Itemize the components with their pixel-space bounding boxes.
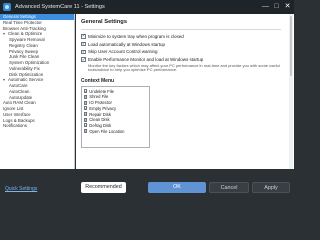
context-menu-label: Undelete File [89,88,114,94]
context-menu-label: Open File Location [89,128,125,134]
context-menu-checkbox[interactable] [83,94,88,100]
context-menu-checkbox[interactable] [83,128,88,134]
setting-checkbox[interactable] [81,41,86,47]
context-menu-checkbox[interactable] [83,100,88,106]
context-menu-checkbox[interactable] [83,117,88,123]
quick-settings-link[interactable]: Quick Settings [5,186,37,192]
context-menu-item[interactable]: Open File Location [83,128,148,134]
settings-panel: General Settings Minimize to system tray… [76,14,294,169]
performance-monitor-description: Monitor the key factors which may affect… [88,62,280,73]
app-logo-icon [3,3,11,11]
context-menu-label: IO Protector [89,100,112,106]
title-bar: Advanced SystemCare 11 - Settings — □ ✕ [0,0,294,14]
context-menu-label: Defrag Disk [89,122,112,128]
footer-bar: Quick Settings Recommended OK Cancel App… [0,181,294,200]
setting-checkbox[interactable] [81,33,86,39]
page-title: General Settings [81,19,128,25]
cancel-button[interactable]: Cancel [209,182,249,193]
panel-scrollbar[interactable] [289,14,293,169]
context-menu-checkbox[interactable] [83,89,88,94]
setting-option[interactable]: Load automatically at Windows startup [81,41,281,48]
setting-label: Skip User Account Control warning [88,49,158,55]
setting-option[interactable]: Skip User Account Control warning [81,49,281,56]
setting-label: Enable Performance Monitor and load at W… [88,57,204,63]
context-menu-heading: Context Menu [81,78,115,85]
context-menu-label: Shred File [89,94,109,100]
context-menu-checkbox[interactable] [83,106,88,111]
window-title: Advanced SystemCare 11 - Settings [15,4,105,10]
apply-button[interactable]: Apply [252,182,290,193]
context-menu-checkbox[interactable] [83,111,88,117]
scrollbar-thumb[interactable] [290,16,292,76]
sidebar-item[interactable]: Notifications [0,123,74,129]
minimize-icon[interactable]: — [261,2,270,11]
setting-option[interactable]: Enable Performance Monitor and load at W… [81,56,281,63]
heading-divider [81,29,281,30]
context-menu-label: Clean Disk [89,117,110,123]
context-menu-label: Empty Privacy [89,105,117,111]
settings-sidebar: General Settings Real Time Protector Brows… [0,14,75,169]
context-menu-label: Repair Disk [89,111,111,117]
setting-option[interactable]: Minimize to system tray when program is … [81,33,281,40]
close-icon[interactable]: ✕ [283,2,292,11]
recommended-button[interactable]: Recommended [81,182,126,193]
setting-checkbox[interactable] [81,49,86,54]
maximize-icon[interactable]: □ [272,2,281,11]
ok-button[interactable]: OK [148,182,206,193]
context-menu-checkbox[interactable] [83,123,88,128]
window-controls: — □ ✕ [261,2,292,11]
setting-label: Minimize to system tray when program is … [88,33,184,39]
context-menu-list: Undelete FileShred FileIO ProtectorEmpty… [81,86,150,149]
setting-label: Load automatically at Windows startup [88,41,166,47]
setting-checkbox[interactable] [81,57,86,62]
